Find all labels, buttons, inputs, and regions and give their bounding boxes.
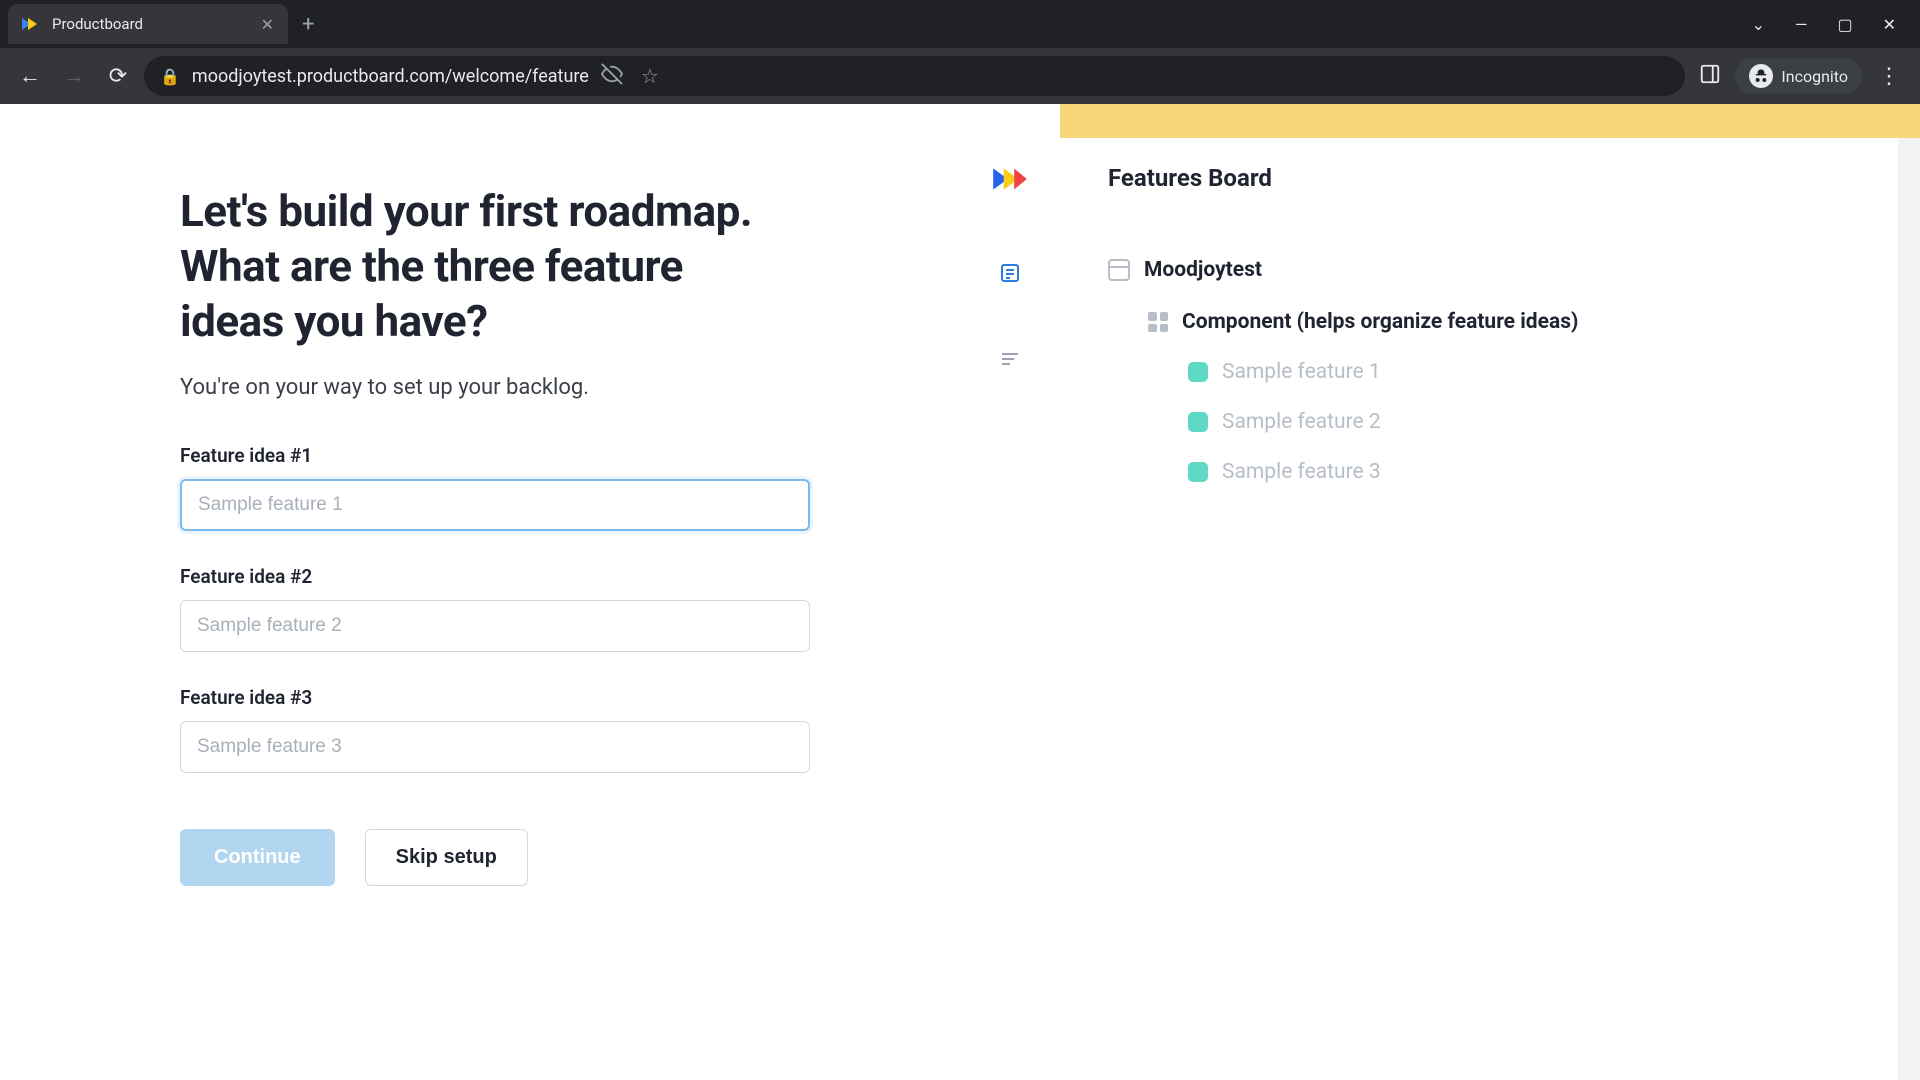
grid-icon bbox=[1148, 312, 1168, 332]
feature-name: Sample feature 1 bbox=[1222, 360, 1381, 384]
field-label-3: Feature idea #3 bbox=[180, 686, 780, 709]
address-bar[interactable]: 🔒 moodjoytest.productboard.com/welcome/f… bbox=[144, 56, 1685, 96]
field-label-2: Feature idea #2 bbox=[180, 565, 780, 588]
features-board: Features Board Moodjoytest Component (he… bbox=[1060, 104, 1920, 1080]
feature-idea-2-input[interactable] bbox=[180, 600, 810, 652]
project-row[interactable]: Moodjoytest bbox=[1108, 248, 1920, 292]
browser-toolbar: ← → ⟳ 🔒 moodjoytest.productboard.com/wel… bbox=[0, 48, 1920, 104]
productboard-favicon-icon bbox=[22, 14, 42, 34]
window-icon bbox=[1108, 259, 1130, 281]
forward-button[interactable]: → bbox=[56, 58, 92, 94]
skip-setup-button[interactable]: Skip setup bbox=[365, 829, 528, 886]
reload-button[interactable]: ⟳ bbox=[100, 58, 136, 94]
browser-menu-icon[interactable]: ⋮ bbox=[1870, 64, 1908, 89]
feature-dot-icon bbox=[1188, 362, 1208, 382]
browser-tab-strip: Productboard ✕ + ⌄ — ▢ ✕ bbox=[0, 0, 1920, 48]
prioritize-nav-icon[interactable] bbox=[997, 346, 1023, 372]
features-nav-icon[interactable] bbox=[997, 260, 1023, 286]
bookmark-star-icon[interactable]: ☆ bbox=[641, 64, 659, 88]
lock-icon: 🔒 bbox=[160, 67, 180, 86]
scrollbar[interactable] bbox=[1898, 138, 1920, 1080]
close-window-icon[interactable]: ✕ bbox=[1883, 15, 1896, 34]
incognito-badge[interactable]: Incognito bbox=[1735, 58, 1862, 94]
back-button[interactable]: ← bbox=[12, 58, 48, 94]
page-subtext: You're on your way to set up your backlo… bbox=[180, 375, 780, 400]
url-text: moodjoytest.productboard.com/welcome/fea… bbox=[192, 66, 589, 87]
feature-idea-1-input[interactable] bbox=[180, 479, 810, 531]
maximize-window-icon[interactable]: ▢ bbox=[1837, 15, 1852, 34]
field-label-1: Feature idea #1 bbox=[180, 444, 780, 467]
board-title: Features Board bbox=[1108, 164, 1920, 192]
page-heading: Let's build your first roadmap. What are… bbox=[180, 184, 780, 349]
banner-strip bbox=[1060, 104, 1920, 138]
feature-name: Sample feature 2 bbox=[1222, 410, 1381, 434]
feature-row[interactable]: Sample feature 3 bbox=[1108, 450, 1920, 494]
project-name: Moodjoytest bbox=[1144, 258, 1262, 282]
feature-row[interactable]: Sample feature 2 bbox=[1108, 400, 1920, 444]
app-sidebar bbox=[960, 104, 1060, 1080]
tab-search-icon[interactable]: ⌄ bbox=[1752, 15, 1765, 34]
feature-row[interactable]: Sample feature 1 bbox=[1108, 350, 1920, 394]
feature-idea-3-input[interactable] bbox=[180, 721, 810, 773]
component-row[interactable]: Component (helps organize feature ideas) bbox=[1108, 300, 1920, 344]
feature-dot-icon bbox=[1188, 412, 1208, 432]
incognito-icon bbox=[1749, 64, 1773, 88]
onboarding-form: Let's build your first roadmap. What are… bbox=[0, 104, 960, 1080]
component-label: Component (helps organize feature ideas) bbox=[1182, 310, 1578, 334]
minimize-window-icon[interactable]: — bbox=[1795, 15, 1808, 34]
close-tab-icon[interactable]: ✕ bbox=[261, 15, 274, 34]
productboard-logo-icon bbox=[989, 158, 1031, 200]
preview-panel: Features Board Moodjoytest Component (he… bbox=[960, 104, 1920, 1080]
tab-title: Productboard bbox=[52, 15, 143, 33]
incognito-label: Incognito bbox=[1781, 67, 1848, 86]
continue-button[interactable]: Continue bbox=[180, 829, 335, 886]
side-panel-icon[interactable] bbox=[1699, 63, 1721, 90]
feature-name: Sample feature 3 bbox=[1222, 460, 1381, 484]
eye-blocked-icon[interactable] bbox=[601, 63, 623, 90]
feature-dot-icon bbox=[1188, 462, 1208, 482]
new-tab-button[interactable]: + bbox=[302, 12, 314, 37]
browser-tab[interactable]: Productboard ✕ bbox=[8, 4, 288, 44]
